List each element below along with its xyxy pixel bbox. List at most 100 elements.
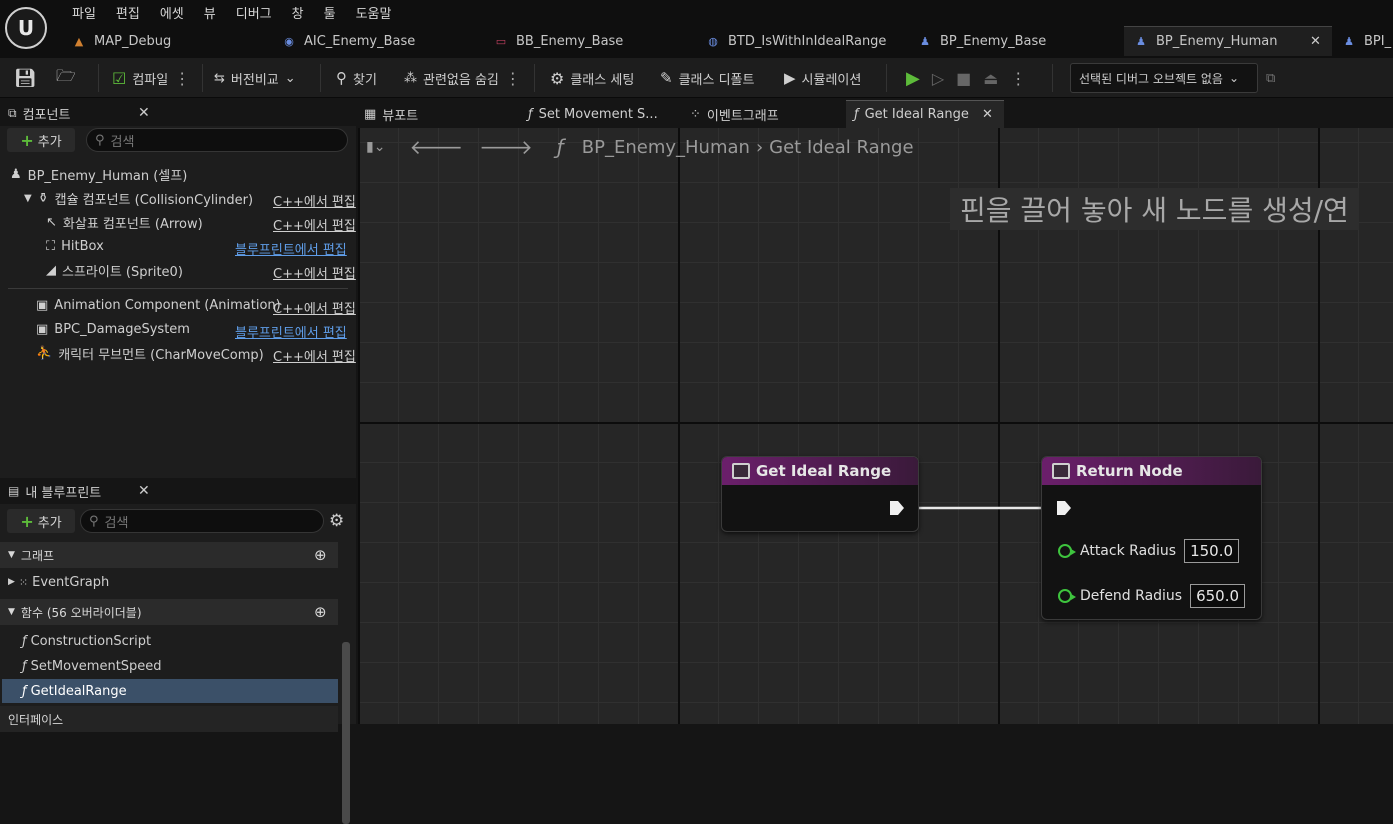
list-item-function-selected[interactable]: ƒ GetIdealRange <box>2 679 338 703</box>
class-settings-button[interactable]: ⚙ 클래스 세팅 <box>550 58 634 98</box>
menu-file[interactable]: 파일 <box>62 3 106 22</box>
functions-section[interactable]: ▼ 함수 (56 오버라이더블) ⊕ <box>0 599 338 625</box>
doc-tab-bp-enemy-base[interactable]: ♟ BP_Enemy_Base <box>918 26 1118 56</box>
expand-arrow-icon[interactable]: ▼ <box>24 193 32 204</box>
doc-tab-aic-enemy-base[interactable]: ◉ AIC_Enemy_Base <box>282 26 482 56</box>
float-pin-icon[interactable] <box>1058 544 1076 558</box>
hide-unrelated-button[interactable]: ⁂ 관련없음 숨김 ⋮ <box>404 58 521 98</box>
menu-window[interactable]: 창 <box>282 3 314 22</box>
browse-button[interactable]: 🗁 <box>56 58 76 98</box>
edit-in-blueprint-link[interactable]: 블루프린트에서 편집 <box>235 239 347 258</box>
close-icon[interactable]: ✕ <box>138 483 150 499</box>
component-row[interactable]: ⛶ HitBox <box>46 234 104 258</box>
component-search-input[interactable]: ⚲ 검색 <box>86 128 348 152</box>
close-tab-icon[interactable]: ✕ <box>982 107 993 122</box>
add-member-button[interactable]: + 추가 <box>7 509 75 533</box>
doc-tab-bb-enemy-base[interactable]: ▭ BB_Enemy_Base <box>494 26 694 56</box>
play-icon[interactable]: ▶ <box>906 68 920 89</box>
list-item-function[interactable]: ƒ SetMovementSpeed <box>2 654 338 678</box>
graph-tabs: ▦ 뷰포트 ƒ Set Movement S... ⁘ 이벤트그래프 ƒ Get… <box>358 100 1393 128</box>
add-graph-icon[interactable]: ⊕ <box>314 546 327 564</box>
diff-button[interactable]: ⇆ 버전비교 ⌄ <box>214 58 296 98</box>
title-bar: U 파일 편집 에셋 뷰 디버그 창 툴 도움말 ▲ MAP_Debug ◉ A… <box>0 0 1393 58</box>
stop-icon[interactable]: ■ <box>956 69 971 88</box>
unreal-logo-icon[interactable]: U <box>5 7 47 49</box>
list-item-eventgraph[interactable]: ▶ ⁙ EventGraph <box>2 570 338 594</box>
eject-icon[interactable]: ⏏ <box>983 69 998 88</box>
menu-edit[interactable]: 편집 <box>106 3 150 22</box>
compile-button[interactable]: ☑ 컴파일 ⋮ <box>112 58 190 98</box>
pin-defend-radius: Defend Radius 650.0 <box>1058 583 1246 609</box>
interfaces-section[interactable]: 인터페이스 <box>0 706 338 732</box>
viewport-icon: ▦ <box>364 106 377 122</box>
pin-label: Attack Radius <box>1080 543 1177 559</box>
close-icon[interactable]: ✕ <box>138 105 150 121</box>
defend-radius-input[interactable]: 650.0 <box>1190 584 1246 608</box>
class-defaults-button[interactable]: ✎ 클래스 디폴트 <box>660 58 754 98</box>
menu-tools[interactable]: 툴 <box>314 3 346 22</box>
list-item-function[interactable]: ƒ ConstructionScript <box>2 629 338 653</box>
find-label: 찾기 <box>353 72 377 88</box>
edit-in-cpp-link[interactable]: C++에서 편집 <box>273 191 356 210</box>
edit-in-cpp-link[interactable]: C++에서 편집 <box>273 346 356 365</box>
scrollbar[interactable] <box>342 642 350 824</box>
menu-help[interactable]: 도움말 <box>346 3 402 22</box>
node-header: Get Ideal Range <box>722 457 918 485</box>
edit-in-blueprint-link[interactable]: 블루프린트에서 편집 <box>235 322 347 341</box>
function-entry-node[interactable]: Get Ideal Range <box>721 456 919 532</box>
close-tab-icon[interactable]: ✕ <box>1310 34 1321 49</box>
doc-tab-bp-enemy-human[interactable]: ♟ BP_Enemy_Human ✕ <box>1124 26 1332 56</box>
component-root[interactable]: ♟ BP_Enemy_Human (셀프) <box>10 162 187 186</box>
menu-debug[interactable]: 디버그 <box>226 3 282 22</box>
compile-check-icon: ☑ <box>112 68 127 88</box>
doc-tab-label: BPI_ <box>1364 33 1392 49</box>
component-row[interactable]: ↖ 화살표 컴포넌트 (Arrow) <box>46 210 203 234</box>
component-row[interactable]: ▣ Animation Component (Animation) <box>36 293 281 317</box>
add-component-button[interactable]: + 추가 <box>7 128 75 152</box>
search-placeholder: 검색 <box>104 515 129 531</box>
graph-canvas[interactable]: ▮⌄ 🡐 🡒 ƒ BP_Enemy_Human › Get Ideal Rang… <box>358 128 1393 724</box>
exec-in-pin-icon[interactable] <box>1055 499 1073 517</box>
tab-event-graph[interactable]: ⁘ 이벤트그래프 <box>690 100 840 128</box>
component-row[interactable]: ⛹ 캐릭터 무브먼트 (CharMoveComp) <box>36 341 264 365</box>
edit-in-cpp-link[interactable]: C++에서 편집 <box>273 215 356 234</box>
blueprint-search-input[interactable]: ⚲ 검색 <box>80 509 324 533</box>
find-button[interactable]: ⚲ 찾기 <box>336 58 377 98</box>
float-pin-icon[interactable] <box>1058 589 1076 603</box>
step-icon[interactable]: ▷ <box>932 69 944 88</box>
debug-object-label: 선택된 디버그 오브젝트 없음 <box>1079 71 1223 86</box>
edit-in-cpp-link[interactable]: C++에서 편집 <box>273 263 356 282</box>
tab-viewport[interactable]: ▦ 뷰포트 <box>364 100 514 128</box>
doc-tab-bpi[interactable]: ♟ BPI_ <box>1342 26 1393 56</box>
arrow-icon: ↖ <box>46 214 57 230</box>
attack-radius-input[interactable]: 150.0 <box>1184 539 1240 563</box>
hide-unrelated-options-icon[interactable]: ⋮ <box>505 69 521 88</box>
exec-out-pin-icon[interactable] <box>888 499 906 517</box>
tab-get-ideal-range[interactable]: ƒ Get Ideal Range ✕ <box>846 100 1004 128</box>
plus-icon: + <box>20 130 34 150</box>
event-graph-icon: ⁙ <box>18 575 29 589</box>
doc-tab-map-debug[interactable]: ▲ MAP_Debug <box>72 26 272 56</box>
tab-set-movement-speed[interactable]: ƒ Set Movement S... <box>528 100 678 128</box>
simulation-button[interactable]: ▶ 시뮬레이션 <box>784 58 861 98</box>
simulation-label: 시뮬레이션 <box>801 72 862 88</box>
add-function-icon[interactable]: ⊕ <box>314 603 327 621</box>
toolbar-divider <box>98 64 99 92</box>
edit-in-cpp-link[interactable]: C++에서 편집 <box>273 298 356 317</box>
component-row[interactable]: ◢ 스프라이트 (Sprite0) <box>46 258 183 282</box>
component-row[interactable]: ▼ ⚱ 캡슐 컴포넌트 (CollisionCylinder) <box>24 186 253 210</box>
gear-icon[interactable]: ⚙ <box>329 511 344 531</box>
return-node[interactable]: Return Node Attack Radius 150.0 Defend R… <box>1041 456 1262 620</box>
graphs-section[interactable]: ▼ 그래프 ⊕ <box>0 542 338 568</box>
menu-view[interactable]: 뷰 <box>194 3 226 22</box>
debug-filter-button[interactable]: ⧉ <box>1266 58 1275 98</box>
component-icon: ▣ <box>36 321 49 337</box>
play-options-icon[interactable]: ⋮ <box>1010 69 1026 88</box>
compile-options-icon[interactable]: ⋮ <box>174 69 190 88</box>
debug-object-dropdown[interactable]: 선택된 디버그 오브젝트 없음 ⌄ <box>1070 63 1258 93</box>
component-row[interactable]: ▣ BPC_DamageSystem <box>36 317 190 341</box>
doc-tab-btd-is-within-ideal-range[interactable]: ◍ BTD_IsWithInIdealRange <box>706 26 906 56</box>
event-graph-icon: ⁘ <box>690 106 701 122</box>
save-button[interactable]: 💾︎ <box>14 58 37 98</box>
menu-asset[interactable]: 에셋 <box>150 3 194 22</box>
